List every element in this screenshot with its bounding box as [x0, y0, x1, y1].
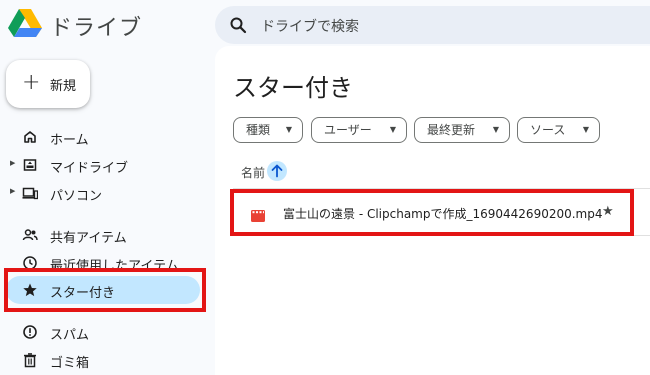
filter-type[interactable]: 種類 ▼	[233, 117, 303, 143]
sidebar-item-computers[interactable]: ▶ パソコン	[6, 179, 200, 207]
app-name[interactable]: ドライブ	[50, 10, 142, 42]
sidebar-item-label: 共有アイテム	[50, 231, 127, 246]
plus-icon: +	[22, 70, 41, 95]
shared-icon	[22, 227, 38, 243]
highlight-box-starred	[4, 268, 206, 312]
spam-icon	[22, 324, 38, 340]
sidebar-item-my-drive[interactable]: ▶ マイドライブ	[6, 151, 200, 179]
highlight-box-file	[230, 189, 634, 236]
new-button-label: 新規	[50, 79, 77, 94]
caret-down-icon: ▼	[285, 125, 292, 134]
filter-modified[interactable]: 最終更新 ▼	[414, 117, 510, 143]
filter-label: ユーザー	[324, 123, 372, 137]
sidebar-item-spam[interactable]: スパム	[6, 318, 200, 346]
sidebar-item-home[interactable]: ホーム	[6, 123, 200, 151]
caret-down-icon: ▼	[492, 125, 499, 134]
sidebar-item-trash[interactable]: ゴミ箱	[6, 346, 200, 374]
search-bar[interactable]: ドライブで検索	[215, 6, 650, 44]
expand-arrow-icon[interactable]: ▶	[10, 187, 15, 195]
my-drive-icon	[22, 157, 38, 173]
trash-icon	[22, 352, 38, 368]
home-icon	[22, 129, 38, 145]
caret-down-icon: ▼	[389, 125, 396, 134]
caret-down-icon: ▼	[582, 125, 589, 134]
computer-icon	[22, 185, 39, 201]
filter-label: ソース	[530, 123, 566, 137]
filter-source[interactable]: ソース ▼	[517, 117, 600, 143]
sidebar-item-label: スパム	[50, 328, 90, 343]
page-title: スター付き	[233, 74, 353, 102]
drive-logo-icon[interactable]	[8, 8, 42, 38]
filter-label: 種類	[246, 123, 271, 137]
arrow-up-icon	[271, 164, 283, 178]
new-button[interactable]: + 新規	[6, 60, 90, 108]
filter-label: 最終更新	[427, 123, 476, 137]
sidebar-item-label: ゴミ箱	[50, 356, 90, 371]
column-header-name[interactable]: 名前	[241, 164, 265, 181]
search-icon[interactable]	[229, 16, 247, 34]
search-input[interactable]: ドライブで検索	[261, 16, 359, 36]
sidebar: ドライブ + 新規 ホーム ▶ マイドライブ ▶ パソコン 共有アイテム 最近使…	[0, 0, 215, 375]
sidebar-item-label: マイドライブ	[50, 161, 129, 176]
sort-direction-button[interactable]	[267, 161, 287, 181]
sidebar-item-shared[interactable]: 共有アイテム	[6, 221, 200, 249]
sidebar-item-label: ホーム	[50, 133, 89, 148]
filter-people[interactable]: ユーザー ▼	[311, 117, 407, 143]
expand-arrow-icon[interactable]: ▶	[10, 159, 15, 167]
sidebar-item-label: パソコン	[50, 189, 103, 204]
